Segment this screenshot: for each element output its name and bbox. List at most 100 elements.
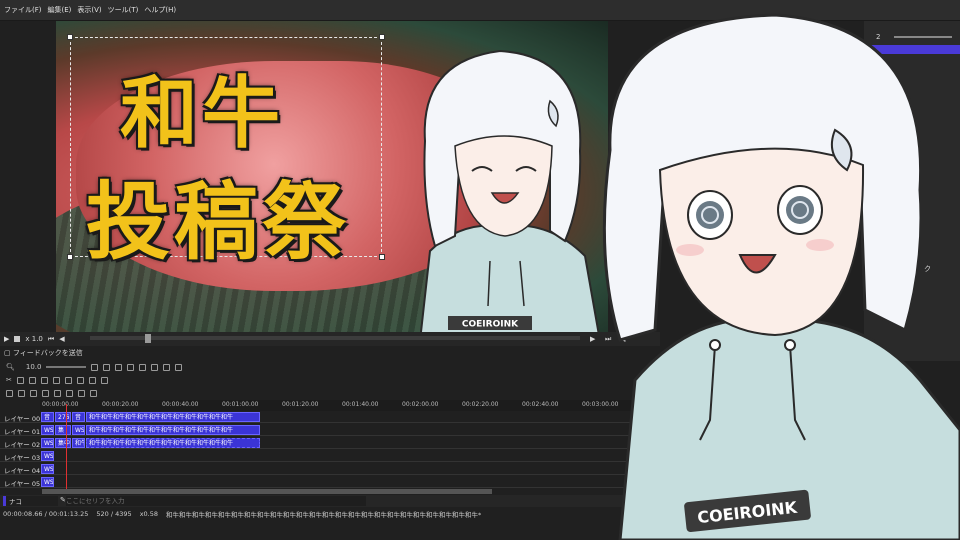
timeline-clip[interactable]: 和牛和牛和牛和牛和牛和牛和牛和牛和牛和牛和牛和牛 bbox=[86, 412, 260, 422]
feedback-link[interactable]: ▢ フィードバックを送信 bbox=[4, 348, 83, 358]
title-line-1: 和牛 bbox=[120, 68, 285, 159]
layer-label: レイヤー 05 bbox=[4, 480, 41, 488]
copy-icon[interactable] bbox=[16, 376, 24, 384]
timeline-toolbar-3 bbox=[0, 387, 640, 399]
title-line-2: 投稿祭 bbox=[86, 172, 351, 271]
feedback-label: フィードバックを送信 bbox=[12, 349, 83, 357]
timeline-clip[interactable]: WS bbox=[41, 451, 54, 461]
timeline-ruler[interactable]: 00:00:00.00 00:00:20.00 00:00:40.00 00:0… bbox=[40, 400, 640, 411]
step-back-icon[interactable]: ◀ bbox=[59, 335, 64, 343]
layer-label: レイヤー 04 bbox=[4, 467, 41, 475]
timeline-clip[interactable]: 音 bbox=[72, 412, 85, 422]
image-tool-icon[interactable] bbox=[103, 363, 111, 371]
delete-icon[interactable] bbox=[40, 376, 48, 384]
zoom-slider[interactable] bbox=[46, 366, 87, 368]
resize-handle-bl[interactable] bbox=[67, 254, 73, 260]
undo-icon[interactable] bbox=[54, 389, 61, 397]
playhead[interactable] bbox=[66, 404, 67, 489]
timeline-clip[interactable]: 和牛 bbox=[72, 438, 85, 448]
layer-remove-icon[interactable] bbox=[90, 389, 97, 397]
redo-icon[interactable] bbox=[66, 389, 73, 397]
paste-icon[interactable] bbox=[28, 376, 36, 384]
timeline-clip[interactable]: 和牛和牛和牛和牛和牛和牛和牛和牛和牛和牛和牛和牛 bbox=[86, 438, 260, 448]
menu-view[interactable]: 表示(V) bbox=[77, 5, 101, 15]
menu-help[interactable]: ヘルプ(H) bbox=[144, 5, 176, 15]
new-icon[interactable] bbox=[6, 389, 13, 397]
skip-start-icon[interactable]: ⏮ bbox=[48, 335, 54, 344]
layer-label: レイヤー 01 bbox=[4, 428, 41, 436]
ruler-tick: 00:01:00.00 bbox=[222, 401, 259, 408]
feedback-icon: ▢ bbox=[4, 349, 13, 357]
ruler-tick: 00:01:20.00 bbox=[282, 401, 319, 408]
ungroup-icon[interactable] bbox=[64, 376, 72, 384]
export-icon[interactable] bbox=[42, 389, 49, 397]
timeline-clip[interactable]: WS bbox=[41, 477, 54, 487]
ruler-tick: 00:00:20.00 bbox=[102, 401, 139, 408]
layer-row-02[interactable]: レイヤー 02 WS 集中 和牛 和牛和牛和牛和牛和牛和牛和牛和牛和牛和牛和牛和… bbox=[0, 437, 640, 449]
align-icon[interactable] bbox=[76, 376, 84, 384]
timeline-clip[interactable]: 集 bbox=[55, 425, 71, 435]
timeline-toolbar-1: 🔍︎ 10.0 bbox=[0, 361, 640, 373]
transport-bar: ▶ x 1.0 ⏮ ◀ ▶ ⏭ ◀ bbox=[0, 332, 660, 346]
layer-row-00[interactable]: レイヤー 00 音 276 音 和牛和牛和牛和牛和牛和牛和牛和牛和牛和牛和牛和牛 bbox=[0, 411, 640, 423]
project-name: 和牛和牛和牛和牛和牛和牛和牛和牛和牛和牛和牛和牛和牛和牛和牛和牛和牛和牛和牛和牛… bbox=[166, 511, 482, 519]
split-icon[interactable] bbox=[88, 376, 96, 384]
timeline-clip[interactable]: WS bbox=[41, 425, 54, 435]
edit-icon: ✎ bbox=[60, 496, 66, 504]
zoom-level[interactable]: 10.0 bbox=[26, 363, 42, 371]
layer-label: レイヤー 00 bbox=[4, 415, 41, 423]
large-character-illustration: COEIROINK bbox=[602, 13, 960, 540]
playback-speed[interactable]: x 1.0 bbox=[25, 335, 43, 343]
layer-label: レイヤー 02 bbox=[4, 441, 41, 449]
resize-handle-br[interactable] bbox=[379, 254, 385, 260]
current-frame: 520 bbox=[96, 510, 109, 518]
timeline-clip[interactable]: WS bbox=[72, 425, 85, 435]
character-tool-icon[interactable] bbox=[151, 363, 159, 371]
shape-tool-icon[interactable] bbox=[127, 363, 135, 371]
zoom-ratio: x0.58 bbox=[139, 510, 159, 518]
layer-row-05[interactable]: レイヤー 05 WS bbox=[0, 476, 640, 488]
effect-tool-icon[interactable] bbox=[163, 363, 171, 371]
resize-handle-tl[interactable] bbox=[67, 34, 73, 40]
timeline-clip[interactable]: 276 bbox=[55, 412, 71, 422]
layer-row-01[interactable]: レイヤー 01 WS 集 WS 和牛和牛和牛和牛和牛和牛和牛和牛和牛和牛和牛和牛 bbox=[0, 424, 640, 436]
ruler-tick: 00:00:00.00 bbox=[42, 401, 79, 408]
layer-add-icon[interactable] bbox=[78, 389, 85, 397]
resize-handle-tr[interactable] bbox=[379, 34, 385, 40]
current-time: 00:00:08.66 bbox=[3, 510, 43, 518]
timeline-clip[interactable]: 和牛和牛和牛和牛和牛和牛和牛和牛和牛和牛和牛和牛 bbox=[86, 425, 260, 435]
video-preview[interactable]: 和牛 投稿祭 COEIROINK bbox=[56, 21, 608, 332]
layer-label: レイヤー 03 bbox=[4, 454, 41, 462]
ruler-tick: 00:02:20.00 bbox=[462, 401, 499, 408]
timeline-clip[interactable]: WS bbox=[41, 438, 54, 448]
video-tool-icon[interactable] bbox=[139, 363, 147, 371]
audio-tool-icon[interactable] bbox=[115, 363, 123, 371]
stop-icon[interactable] bbox=[14, 336, 21, 342]
zoom-icon[interactable]: 🔍︎ bbox=[6, 363, 15, 371]
seek-bar[interactable] bbox=[90, 336, 580, 340]
timeline-clip[interactable]: 集中 bbox=[55, 438, 71, 448]
open-icon[interactable] bbox=[18, 389, 25, 397]
total-frames: 4395 bbox=[115, 510, 132, 518]
settings-icon[interactable] bbox=[175, 363, 183, 371]
seek-knob[interactable] bbox=[145, 334, 151, 343]
menu-file[interactable]: ファイル(F) bbox=[4, 5, 42, 15]
timeline-clip[interactable]: 音 bbox=[41, 412, 54, 422]
snap-icon[interactable] bbox=[100, 376, 108, 384]
layer-row-04[interactable]: レイヤー 04 WS bbox=[0, 463, 640, 475]
dialogue-bar: ナコ ✎ bbox=[0, 495, 640, 507]
save-icon[interactable] bbox=[30, 389, 37, 397]
ruler-tick: 00:01:40.00 bbox=[342, 401, 379, 408]
dialogue-input[interactable] bbox=[66, 496, 366, 506]
menu-edit[interactable]: 編集(E) bbox=[48, 5, 72, 15]
cut-icon[interactable]: ✂ bbox=[6, 376, 12, 384]
timeline-layers: レイヤー 00 音 276 音 和牛和牛和牛和牛和牛和牛和牛和牛和牛和牛和牛和牛… bbox=[0, 411, 640, 489]
layer-row-03[interactable]: レイヤー 03 WS bbox=[0, 450, 640, 462]
play-icon[interactable]: ▶ bbox=[4, 335, 9, 343]
menu-tools[interactable]: ツール(T) bbox=[108, 5, 139, 15]
text-tool-icon[interactable] bbox=[91, 363, 99, 371]
group-icon[interactable] bbox=[52, 376, 60, 384]
speaker-select[interactable]: ナコ bbox=[3, 496, 58, 506]
timeline-clip[interactable]: WS bbox=[41, 464, 54, 474]
timeline-scrollbar[interactable] bbox=[42, 489, 492, 494]
